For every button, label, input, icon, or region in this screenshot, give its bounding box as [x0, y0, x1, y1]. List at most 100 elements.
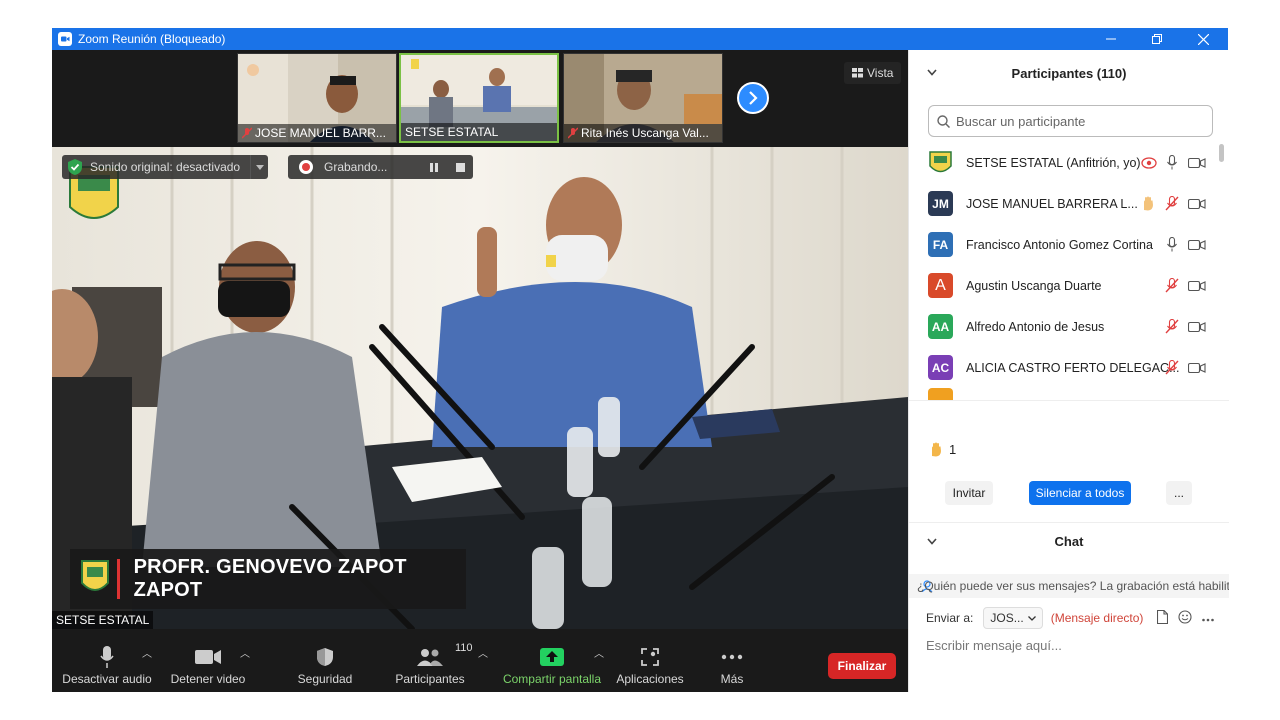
apps-button[interactable]: Aplicaciones	[612, 629, 688, 692]
chat-visibility-note[interactable]: ¿Quién puede ver sus mensajes? La grabac…	[909, 574, 1229, 598]
direct-message-label: (Mensaje directo)	[1050, 611, 1144, 625]
raised-hand-icon	[1141, 196, 1155, 211]
recording-status: Grabando...	[288, 155, 474, 179]
chat-header: Chat	[909, 522, 1229, 560]
participant-row[interactable]: SETSE ESTATAL (Anfitrión, yo)	[909, 142, 1229, 183]
scrollbar-thumb[interactable]	[1219, 144, 1224, 162]
participant-row[interactable]: A Agustin Uscanga Duarte	[909, 265, 1229, 306]
camera-off-icon[interactable]	[1188, 280, 1206, 292]
shield-icon	[317, 648, 333, 666]
pause-recording-button[interactable]	[421, 162, 447, 172]
mic-muted-icon	[568, 127, 578, 139]
avatar	[928, 388, 953, 400]
chevron-down-icon	[927, 69, 937, 76]
title-bar: Zoom Reunión (Bloqueado)	[52, 28, 1228, 50]
participants-title: Participantes (110)	[1011, 65, 1127, 81]
chevron-up-icon[interactable]: ︿	[240, 645, 250, 660]
view-button[interactable]: Vista	[844, 62, 902, 84]
original-sound-toggle[interactable]: Sonido original: desactivado	[62, 155, 269, 179]
next-page-button[interactable]	[737, 82, 769, 114]
window-title: Zoom Reunión (Bloqueado)	[78, 32, 226, 46]
chevron-up-icon[interactable]: ︿	[594, 645, 604, 660]
avatar: AA	[928, 314, 953, 339]
avatar: AC	[928, 355, 953, 380]
mic-on-icon[interactable]	[1167, 155, 1177, 170]
security-button[interactable]: Seguridad	[290, 629, 360, 692]
setse-badge-icon	[81, 560, 109, 591]
grid-view-icon	[852, 68, 863, 78]
participant-row-partial	[909, 388, 1229, 400]
participant-row[interactable]: FA Francisco Antonio Gomez Cortina	[909, 224, 1229, 265]
meeting-toolbar: Desactivar audio ︿ Detener video ︿ Segur…	[52, 629, 908, 692]
chevron-up-icon[interactable]: ︿	[142, 645, 152, 660]
microphone-icon	[100, 646, 114, 668]
divider	[909, 400, 1229, 401]
more-icon[interactable]	[1202, 611, 1215, 625]
participant-list: SETSE ESTATAL (Anfitrión, yo) JM JOSE MA…	[909, 142, 1229, 400]
chat-message-input[interactable]: Escribir mensaje aquí...	[926, 634, 1216, 656]
camera-off-icon[interactable]	[1188, 198, 1206, 210]
chevron-up-icon[interactable]: ︿	[478, 645, 488, 660]
record-icon	[299, 160, 313, 174]
avatar	[928, 150, 953, 175]
mic-on-icon[interactable]	[1167, 237, 1177, 252]
search-icon	[937, 114, 950, 128]
more-options-button[interactable]: ...	[1166, 481, 1192, 505]
close-icon	[1197, 33, 1209, 45]
collapse-chat-button[interactable]	[927, 536, 937, 548]
recording-indicator-icon	[1141, 156, 1157, 169]
chevron-down-icon[interactable]	[250, 155, 268, 179]
camera-off-icon[interactable]	[1188, 239, 1206, 251]
emoji-icon[interactable]	[1178, 609, 1192, 627]
recipient-select[interactable]: JOS...	[983, 607, 1043, 629]
thumbnail-label: SETSE ESTATAL	[401, 123, 557, 141]
invite-button[interactable]: Invitar	[945, 481, 993, 505]
thumbnail-label: JOSE MANUEL BARR...	[238, 124, 396, 142]
share-screen-button[interactable]: Compartir pantalla ︿	[498, 629, 606, 692]
mic-muted-icon[interactable]	[1165, 319, 1179, 334]
close-button[interactable]	[1180, 28, 1226, 50]
chevron-right-icon	[749, 91, 758, 105]
collapse-participants-button[interactable]	[927, 67, 937, 79]
main-speaker-video: Sonido original: desactivado Grabando...	[52, 147, 908, 629]
mute-all-button[interactable]: Silenciar a todos	[1029, 481, 1131, 505]
participants-icon	[417, 649, 443, 666]
thumbnail-setse-estatal[interactable]: SETSE ESTATAL	[399, 53, 559, 143]
camera-off-icon[interactable]	[1188, 157, 1206, 169]
end-meeting-button[interactable]: Finalizar	[828, 653, 896, 679]
restore-button[interactable]	[1134, 28, 1180, 50]
participant-row[interactable]: AA Alfredo Antonio de Jesus	[909, 306, 1229, 347]
file-icon[interactable]	[1157, 609, 1169, 627]
stop-icon	[455, 162, 465, 172]
avatar: FA	[928, 232, 953, 257]
send-to-row: Enviar a: JOS... (Mensaje directo)	[926, 606, 1215, 630]
mic-muted-icon[interactable]	[1165, 360, 1179, 375]
mute-audio-button[interactable]: Desactivar audio ︿	[62, 629, 152, 692]
stop-recording-button[interactable]	[447, 162, 473, 172]
side-panel: Participantes (110) Buscar un participan…	[908, 50, 1229, 692]
participant-list-scrollbar[interactable]	[1218, 142, 1224, 400]
share-screen-icon	[540, 648, 564, 666]
zoom-window: Zoom Reunión (Bloqueado) JOSE MANUEL BAR…	[52, 28, 1229, 692]
participants-button[interactable]: 110 Participantes ︿	[390, 629, 488, 692]
video-owner-label: SETSE ESTATAL	[52, 611, 154, 629]
mic-muted-icon[interactable]	[1165, 196, 1179, 211]
thumbnail-jose-manuel[interactable]: JOSE MANUEL BARR...	[237, 53, 397, 143]
mic-muted-icon[interactable]	[1165, 278, 1179, 293]
minimize-button[interactable]	[1088, 28, 1134, 50]
thumbnail-rita-ines[interactable]: Rita Inés Uscanga Val...	[563, 53, 723, 143]
thumbnail-strip: JOSE MANUEL BARR... SETSE ESTATAL Rita I…	[52, 50, 908, 147]
raised-hands-count: 1	[929, 442, 956, 457]
participant-search-input[interactable]: Buscar un participante	[928, 105, 1213, 137]
video-camera-icon	[195, 650, 221, 664]
participant-row[interactable]: JM JOSE MANUEL BARRERA L...	[909, 183, 1229, 224]
stop-video-button[interactable]: Detener video ︿	[168, 629, 250, 692]
minimize-icon	[1106, 38, 1116, 40]
pause-icon	[430, 162, 439, 172]
participant-row[interactable]: AC ALICIA CASTRO FERTO DELEGAC...	[909, 347, 1229, 388]
thumbnail-label: Rita Inés Uscanga Val...	[564, 124, 722, 142]
camera-off-icon[interactable]	[1188, 321, 1206, 333]
name-card-accent	[116, 559, 120, 599]
more-button[interactable]: Más	[712, 629, 752, 692]
camera-off-icon[interactable]	[1188, 362, 1206, 374]
